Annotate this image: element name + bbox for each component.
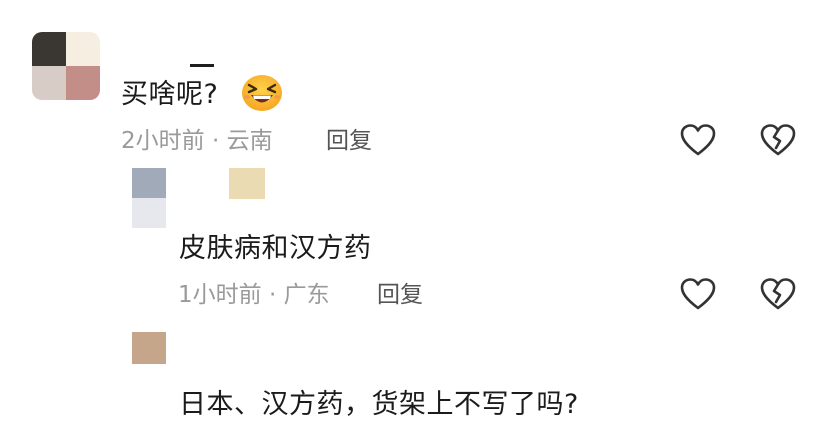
reply-text: 日本、汉方药，货架上不写了吗? bbox=[179, 389, 579, 420]
comment-thread: 买啥呢? 2小时前 · 云南 回复 皮肤病和汉方药 1小时前 · 广东 回复 日… bbox=[0, 0, 828, 429]
username-redacted bbox=[190, 64, 214, 67]
broken-heart-icon[interactable] bbox=[758, 276, 798, 312]
reply-button[interactable]: 回复 bbox=[326, 126, 372, 156]
comment-meta: 2小时前 · 云南 bbox=[121, 128, 273, 154]
comment-text: 买啥呢? bbox=[121, 79, 219, 110]
broken-heart-icon[interactable] bbox=[758, 122, 798, 158]
username-redacted bbox=[229, 168, 265, 199]
reply-button[interactable]: 回复 bbox=[377, 280, 423, 310]
laughing-face-emoji bbox=[242, 75, 282, 111]
reply-meta: 1小时前 · 广东 bbox=[178, 282, 330, 308]
heart-outline-icon[interactable] bbox=[678, 122, 718, 158]
avatar[interactable] bbox=[132, 168, 166, 228]
avatar[interactable] bbox=[32, 32, 100, 100]
heart-outline-icon[interactable] bbox=[678, 276, 718, 312]
avatar[interactable] bbox=[132, 332, 166, 364]
reply-text: 皮肤病和汉方药 bbox=[179, 233, 372, 264]
